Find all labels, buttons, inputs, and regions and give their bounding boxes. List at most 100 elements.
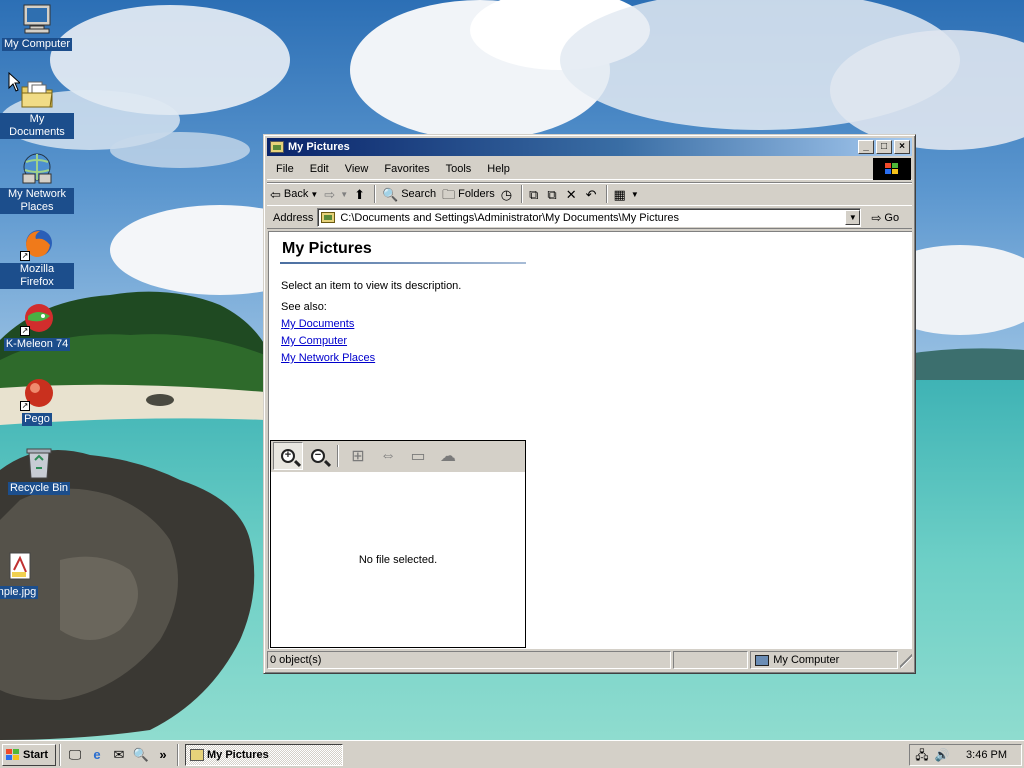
standard-toolbar: ⇦ Back ▼ ⇨ ▼ ⬆ 🔍 Search 🗀 Folders ◷ ⧉ ⧉ …	[267, 182, 912, 206]
quicklaunch-desktop-icon[interactable]: 🖵	[66, 746, 84, 764]
desktop-icon-label: nple.jpg	[0, 586, 39, 599]
my-pictures-folder-icon	[190, 748, 204, 761]
forward-arrow-icon: ⇨	[324, 186, 336, 202]
preview-toolbar-separator	[337, 445, 339, 467]
link-my-computer[interactable]: My Computer	[281, 335, 347, 347]
explorer-window[interactable]: My Pictures _ □ × File Edit View Favorit…	[263, 134, 916, 674]
address-value: C:\Documents and Settings\Administrator\…	[340, 211, 680, 224]
folders-icon: 🗀	[442, 186, 456, 202]
network-tray-icon[interactable]: 🖧	[914, 747, 930, 763]
annotate-button[interactable]: ☁	[433, 442, 463, 470]
desktop-icon-firefox[interactable]: ↗ Mozilla Firefox	[0, 227, 74, 289]
menu-help[interactable]: Help	[479, 163, 518, 175]
taskbar: Start 🖵 e ✉ 🔍 » My Pictures 🖧 🔊 3:46 PM	[0, 740, 1024, 768]
toolbar-separator	[605, 185, 608, 203]
my-documents-icon	[20, 77, 54, 111]
folder-content-area[interactable]: My Pictures Select an item to view its d…	[268, 231, 912, 649]
toolbar-separator	[521, 185, 524, 203]
start-button[interactable]: Start	[2, 743, 56, 766]
desktop-icon-pego[interactable]: ↗ Pego	[0, 377, 74, 426]
quicklaunch-search-icon[interactable]: 🔍	[132, 746, 150, 764]
undo-icon: ↶	[585, 186, 597, 202]
forward-button[interactable]: ⇨ ▼	[321, 184, 351, 204]
up-folder-icon: ⬆	[354, 186, 366, 202]
desktop-icon-network-places[interactable]: My Network Places	[0, 152, 74, 214]
taskbar-button-my-pictures[interactable]: My Pictures	[185, 743, 343, 766]
print-preview-button[interactable]: ▭	[403, 442, 433, 470]
title-bar[interactable]: My Pictures _ □ ×	[267, 138, 912, 156]
pego-icon: ↗	[20, 377, 54, 411]
clock[interactable]: 3:46 PM	[966, 749, 1007, 761]
address-bar: Address C:\Documents and Settings\Admini…	[267, 207, 912, 229]
undo-button[interactable]: ↶	[583, 184, 603, 204]
copy-to-button[interactable]: ⧉	[544, 184, 562, 204]
up-folder-button[interactable]: ⬆	[351, 184, 371, 204]
move-to-button[interactable]: ⧉	[526, 184, 544, 204]
zoom-in-button[interactable]: +	[273, 442, 303, 470]
back-button[interactable]: ⇦ Back ▼	[267, 184, 321, 204]
print-icon: ▭	[410, 448, 426, 465]
folders-button[interactable]: 🗀 Folders	[439, 184, 498, 204]
go-button[interactable]: ⇨ Go	[871, 211, 899, 225]
desktop-icon-label: Recycle Bin	[7, 482, 71, 495]
desktop-icon-my-computer[interactable]: My Computer	[0, 2, 74, 51]
menu-bar: File Edit View Favorites Tools Help	[267, 158, 912, 180]
desktop-icon-jpg-file[interactable]: nple.jpg	[0, 550, 54, 599]
go-label: Go	[884, 211, 900, 224]
desktop-icon-recycle-bin[interactable]: Recycle Bin	[2, 446, 76, 495]
jpg-file-icon	[0, 550, 34, 584]
resize-grip-icon[interactable]	[900, 654, 912, 668]
best-fit-icon: ⊞	[351, 448, 365, 465]
desktop-icon-label: My Computer	[1, 38, 73, 51]
address-input[interactable]: C:\Documents and Settings\Administrator\…	[317, 208, 862, 227]
volume-tray-icon[interactable]: 🔊	[934, 747, 950, 763]
window-title: My Pictures	[288, 141, 350, 153]
my-pictures-folder-icon	[270, 141, 284, 153]
pane-title-divider	[280, 262, 526, 264]
quicklaunch-ie-icon[interactable]: e	[88, 746, 106, 764]
views-button[interactable]: ▦ ▼	[611, 184, 642, 204]
go-arrow-icon: ⇨	[871, 210, 882, 225]
maximize-button[interactable]: □	[876, 140, 892, 154]
menu-tools[interactable]: Tools	[438, 163, 480, 175]
address-dropdown-button[interactable]: ▼	[845, 210, 861, 225]
menu-edit[interactable]: Edit	[302, 163, 337, 175]
menu-file[interactable]: File	[267, 163, 302, 175]
shortcut-arrow-icon: ↗	[20, 401, 30, 411]
link-my-network-places[interactable]: My Network Places	[281, 352, 375, 364]
quicklaunch-outlook-icon[interactable]: ✉	[110, 746, 128, 764]
close-button[interactable]: ×	[894, 140, 910, 154]
delete-button[interactable]: ✕	[563, 184, 583, 204]
desktop-icon-label: My Documents	[0, 113, 74, 139]
best-fit-button[interactable]: ⊞	[343, 442, 373, 470]
minimize-button[interactable]: _	[858, 140, 874, 154]
back-label: Back	[283, 188, 309, 200]
search-button[interactable]: 🔍 Search	[379, 184, 439, 204]
desktop-icon-label: My Network Places	[0, 188, 74, 214]
windows-logo-icon	[873, 158, 911, 180]
image-preview-panel: + − ⊞ ⇔ ▭ ☁ No file selected.	[270, 440, 526, 648]
history-button[interactable]: ◷	[498, 184, 518, 204]
desktop-icon-label: Pego	[22, 413, 52, 426]
recycle-bin-icon	[22, 446, 56, 480]
zoom-out-button[interactable]: −	[303, 442, 333, 470]
back-arrow-icon: ⇦	[270, 186, 281, 202]
delete-icon: ✕	[565, 186, 577, 202]
desktop-icon-k-meleon[interactable]: ↗ K-Meleon 74	[0, 302, 74, 351]
zoom-in-icon: +	[281, 449, 295, 463]
status-zone: My Computer	[750, 651, 899, 669]
dropdown-arrow-icon: ▼	[630, 189, 639, 199]
dropdown-arrow-icon: ▼	[340, 189, 349, 199]
taskbar-button-label: My Pictures	[207, 748, 269, 761]
link-my-documents[interactable]: My Documents	[281, 318, 354, 330]
menu-favorites[interactable]: Favorites	[376, 163, 437, 175]
k-meleon-icon: ↗	[20, 302, 54, 336]
taskbar-divider	[59, 743, 61, 766]
quicklaunch-chevron[interactable]: »	[154, 746, 172, 764]
history-icon: ◷	[500, 186, 513, 202]
menu-view[interactable]: View	[337, 163, 377, 175]
preview-message: No file selected.	[358, 554, 438, 566]
copy-to-icon: ⧉	[547, 186, 557, 202]
actual-size-button[interactable]: ⇔	[373, 442, 403, 470]
search-icon: 🔍	[382, 186, 399, 202]
